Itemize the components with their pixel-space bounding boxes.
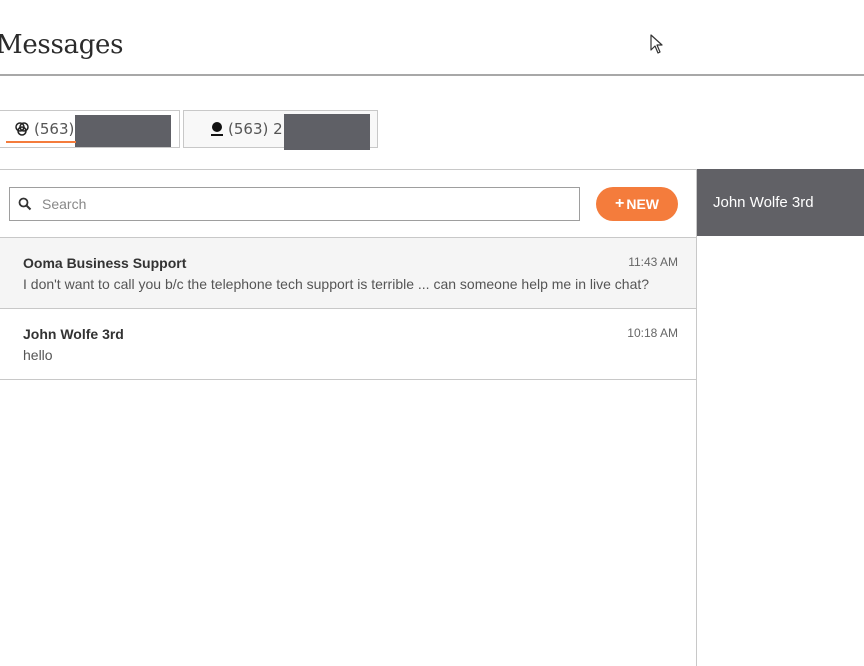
search-icon <box>18 197 32 211</box>
active-tab-indicator <box>6 141 76 143</box>
conversation-item[interactable]: Ooma Business Support 11:43 AM I don't w… <box>0 238 696 309</box>
redacted-block <box>284 114 370 150</box>
title-divider <box>0 74 864 76</box>
search-box[interactable] <box>9 187 580 221</box>
tab-number-text: (563) <box>34 120 75 138</box>
conversation-preview: I don't want to call you b/c the telepho… <box>23 276 650 292</box>
plus-icon: + <box>614 195 625 212</box>
contact-name: John Wolfe 3rd <box>713 194 814 211</box>
new-message-button[interactable]: + NEW <box>596 187 678 221</box>
conversation-name: Ooma Business Support <box>23 255 187 271</box>
conversation-time: 10:18 AM <box>627 326 678 340</box>
conversation-item[interactable]: John Wolfe 3rd 10:18 AM hello <box>0 309 696 380</box>
conversation-list-panel: + NEW Ooma Business Support 11:43 AM I d… <box>0 169 697 666</box>
new-button-label: NEW <box>626 196 659 212</box>
person-icon <box>211 122 223 136</box>
mouse-cursor-icon <box>650 34 663 54</box>
search-input[interactable] <box>42 196 562 212</box>
group-icon <box>15 122 29 136</box>
page-title: Messages <box>0 30 124 60</box>
conversation-header: John Wolfe 3rd <box>697 169 864 236</box>
conversation-list: Ooma Business Support 11:43 AM I don't w… <box>0 237 696 380</box>
tab-number-text: (563) 2 <box>228 120 283 138</box>
conversation-name: John Wolfe 3rd <box>23 326 124 342</box>
phone-number-tab-2[interactable]: (563) 2 <box>183 110 378 150</box>
conversation-preview: hello <box>23 347 53 363</box>
redacted-block <box>75 115 171 147</box>
conversation-time: 11:43 AM <box>628 255 678 269</box>
